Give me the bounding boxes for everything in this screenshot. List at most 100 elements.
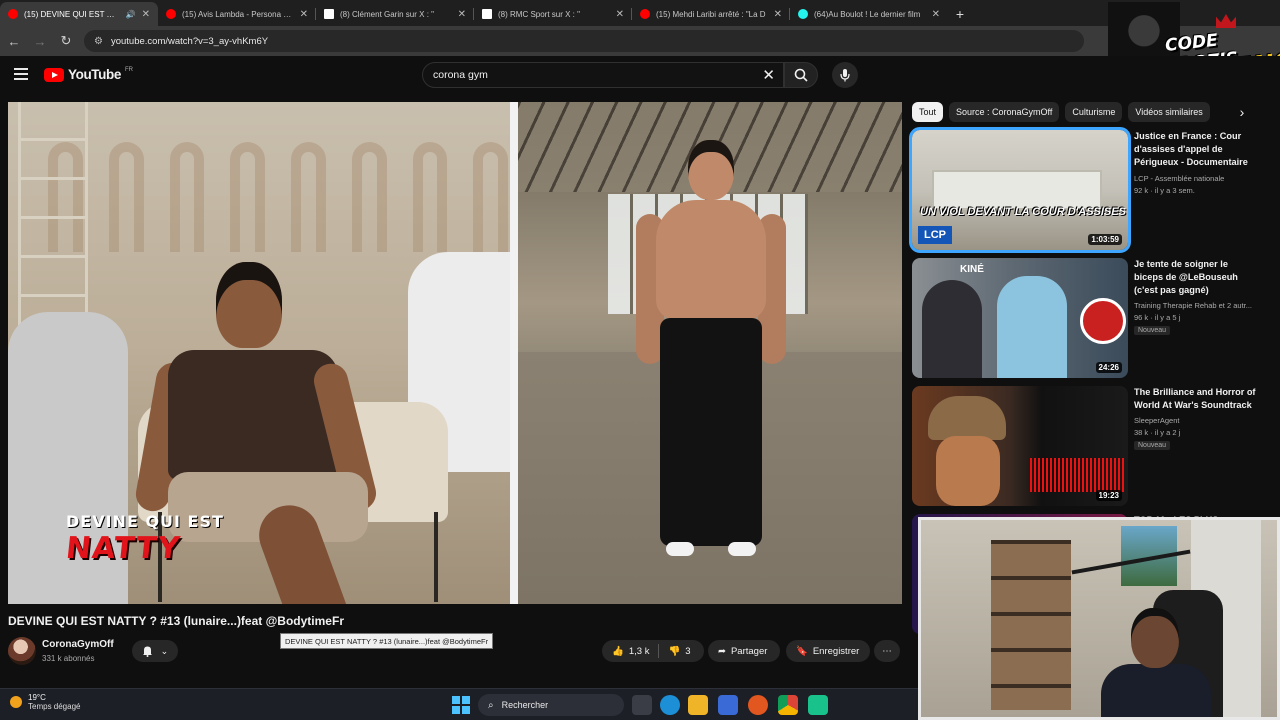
youtube-logo[interactable]: YouTube FR	[44, 67, 133, 82]
site-info-icon[interactable]: ⚙	[94, 36, 103, 47]
thumb-waveform	[1030, 458, 1126, 492]
temperature: 19°C	[28, 693, 46, 702]
youtube-play-icon	[44, 67, 64, 82]
dislike-count[interactable]: 3	[685, 646, 690, 657]
chip-source[interactable]: Source : CoronaGymOff	[949, 102, 1060, 122]
chip-similar[interactable]: Vidéos similaires	[1128, 102, 1210, 122]
tab-title: (15) Mehdi Laribi arrêté : "La D	[656, 9, 766, 19]
overlay-line2: NATTY	[64, 531, 183, 566]
close-tab-icon[interactable]: ✕	[142, 9, 150, 20]
like-count[interactable]: 1,3 k	[629, 646, 650, 657]
chevron-right-icon[interactable]: ›	[1234, 104, 1250, 120]
address-bar[interactable]: ⚙ youtube.com/watch?v=3_ay-vhKm6Y	[84, 30, 1084, 52]
like-divider	[658, 644, 660, 658]
reload-icon[interactable]: ↻	[58, 33, 74, 49]
chrome-icon[interactable]	[778, 695, 798, 715]
standing-person	[636, 140, 786, 560]
recommendation-channel[interactable]: SleeperAgent	[1134, 416, 1256, 425]
close-tab-icon[interactable]: ✕	[458, 9, 466, 20]
bookshelf	[991, 540, 1071, 710]
thumb-scene	[932, 170, 1102, 210]
tab-title: (15) DEVINE QUI EST NATT	[24, 9, 120, 19]
more-actions-button[interactable]: ⋯	[874, 640, 900, 662]
browser-tab[interactable]: (15) DEVINE QUI EST NATT 🔊 ✕	[0, 2, 158, 26]
recommendation-meta: 92 k · il y a 3 sem.	[1134, 186, 1195, 195]
edge-icon[interactable]	[660, 695, 680, 715]
firefox-icon[interactable]	[748, 695, 768, 715]
search-input[interactable]: corona gym ✕	[422, 62, 784, 88]
search-icon	[794, 68, 808, 82]
video-player[interactable]: DEVINE QUI EST NATTY	[8, 102, 902, 604]
close-tab-icon[interactable]: ✕	[616, 9, 624, 20]
task-view-icon[interactable]	[632, 695, 652, 715]
browser-tab[interactable]: (64)Au Boulot ! Le dernier film ✕	[790, 2, 948, 26]
recommendation-item[interactable]: UN VIOL DEVANT LA COUR D'ASSISES LCP 1:0…	[909, 127, 1252, 253]
share-label: Partager	[730, 645, 768, 657]
region-code: FR	[124, 66, 133, 73]
menu-icon[interactable]	[14, 68, 28, 82]
channel-name[interactable]: CoronaGymOff	[42, 639, 114, 650]
recommendation-channel[interactable]: Training Therapie Rehab et 2 autr...	[1134, 301, 1256, 310]
forward-icon[interactable]: →	[32, 33, 48, 49]
save-button[interactable]: 🔖 Enregistrer	[786, 640, 870, 662]
share-button[interactable]: ➦ Partager	[708, 640, 780, 662]
recommendation-channel[interactable]: LCP - Assemblée nationale	[1134, 174, 1256, 183]
bookmark-icon: 🔖	[796, 645, 808, 657]
video-duration: 19:23	[1095, 490, 1122, 501]
more-horizontal-icon: ⋯	[882, 645, 892, 657]
browser-tab[interactable]: (8) RMC Sport sur X : " ✕	[474, 2, 632, 26]
weather-condition: Temps dégagé	[28, 702, 81, 711]
thumbnail-caption: KINÉ	[960, 264, 984, 275]
tab-title: (64)Au Boulot ! Le dernier film	[814, 9, 921, 19]
speaker-icon[interactable]: 🔊	[126, 10, 136, 19]
chevron-down-icon: ⌄	[160, 645, 169, 656]
new-tab-button[interactable]: +	[948, 2, 972, 26]
tab-title: (8) Clément Garin sur X : "	[340, 9, 434, 19]
chip-all[interactable]: Tout	[912, 102, 944, 122]
title-tooltip: DEVINE QUI EST NATTY ? #13 (lunaire...)f…	[280, 633, 494, 649]
x-icon	[482, 9, 492, 19]
thumbs-up-icon[interactable]: 👍	[612, 646, 624, 657]
browser-tab[interactable]: (15) Avis Lambda - Persona 5 R ✕	[158, 2, 316, 26]
recommendation-title[interactable]: Je tente de soigner le biceps de @LeBous…	[1134, 258, 1256, 297]
recommendation-item[interactable]: KINÉ 24:26 Je tente de soigner le biceps…	[912, 258, 1252, 380]
video-thumbnail[interactable]: KINÉ 24:26	[912, 258, 1128, 378]
video-thumbnail[interactable]: UN VIOL DEVANT LA COUR D'ASSISES LCP 1:0…	[909, 127, 1131, 253]
app-icon[interactable]	[808, 695, 828, 715]
search-button[interactable]	[784, 62, 818, 88]
taskbar-search-label: Rechercher	[501, 700, 549, 710]
tab-title: (8) RMC Sport sur X : "	[498, 9, 580, 19]
recommendation-title[interactable]: Justice en France : Cour d'assises d'app…	[1134, 130, 1256, 170]
windows-start-icon[interactable]	[452, 696, 470, 714]
bell-icon	[142, 646, 152, 657]
new-badge: Nouveau	[1134, 326, 1171, 335]
taskbar-search[interactable]: ⌕ Rechercher	[478, 694, 624, 716]
close-tab-icon[interactable]: ✕	[932, 9, 940, 20]
overlay-line1: DEVINE QUI EST	[66, 512, 224, 531]
video-thumbnail[interactable]: 19:23	[912, 386, 1128, 506]
recommendation-meta: 38 k · il y a 2 j	[1134, 428, 1181, 437]
clear-search-icon[interactable]: ✕	[762, 66, 775, 84]
close-tab-icon[interactable]: ✕	[774, 9, 782, 20]
video-duration: 24:26	[1095, 362, 1122, 373]
recommendation-item[interactable]: 19:23 The Brilliance and Horror of World…	[912, 386, 1256, 508]
file-explorer-icon[interactable]	[688, 695, 708, 715]
browser-tab[interactable]: (8) Clément Garin sur X : " ✕	[316, 2, 474, 26]
thumbs-down-icon[interactable]: 👎	[668, 646, 680, 657]
store-icon[interactable]	[718, 695, 738, 715]
browser-tab[interactable]: (15) Mehdi Laribi arrêté : "La D ✕	[632, 2, 790, 26]
chip-culturisme[interactable]: Culturisme	[1065, 102, 1123, 122]
thumbnail-caption: UN VIOL DEVANT LA COUR D'ASSISES	[920, 206, 1126, 218]
voice-search-button[interactable]	[832, 62, 858, 88]
notification-button[interactable]: ⌄	[132, 640, 178, 662]
weather-widget[interactable]: 19°C Temps dégagé	[10, 693, 80, 711]
close-tab-icon[interactable]: ✕	[300, 9, 308, 20]
sun-icon	[10, 696, 22, 708]
recommendation-title[interactable]: The Brilliance and Horror of World At Wa…	[1134, 386, 1256, 412]
channel-avatar[interactable]	[8, 637, 36, 665]
crown-icon	[1216, 14, 1236, 28]
video-left-panel: DEVINE QUI EST NATTY	[8, 102, 518, 604]
save-label: Enregistrer	[812, 645, 860, 657]
back-icon[interactable]: ←	[6, 33, 22, 49]
share-icon: ➦	[718, 645, 726, 657]
